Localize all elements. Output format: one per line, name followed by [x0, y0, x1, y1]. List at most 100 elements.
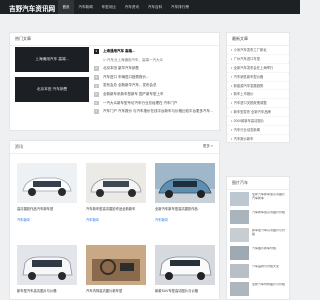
car-thumbnail[interactable] [155, 163, 215, 203]
latest-item-label: 汽车销售新车型价格 [233, 74, 264, 79]
hot-item[interactable]: 5 全新新车系新车型新车 国产新车型上市 [94, 90, 215, 99]
news-item-title: 高清摄影作品汽车新车型 [17, 207, 54, 211]
rank-badge: 1 [94, 49, 99, 54]
car-thumbnail[interactable] [17, 245, 77, 285]
pic-thumbnail[interactable] [230, 282, 249, 296]
rank-badge: 5 [94, 92, 99, 97]
latest-item-label: 汽车进口关税政策调整 [233, 101, 267, 106]
news-card-item[interactable]: 全新汽车新车型高清摄影作品 汽车新闻 [155, 163, 215, 222]
top-navbar: 吉野汽车资讯网 首页 汽车新闻 车型对比 汽车资讯 汽车百科 汽车排行榜 [0, 0, 300, 14]
picture-articles-title: 图片汽车 [227, 177, 289, 190]
latest-articles-title: 最新文章 [227, 33, 289, 46]
news-header: 资讯 更多 » [10, 141, 219, 154]
white-car-image [17, 163, 77, 203]
hot-articles-panel: 热门文章 上海通用汽车 高端... 北京本田 汽车销售 1 上海通用汽车 高端..… [9, 32, 220, 131]
hot-item[interactable]: 1 上海通用汽车 高端... [94, 47, 215, 56]
news-more-link[interactable]: 更多 » [203, 144, 213, 149]
news-card-item[interactable]: 新车型汽车高清图片与价格 [17, 245, 77, 293]
latest-item[interactable]: • 汽车报价新车 [227, 135, 289, 142]
latest-item[interactable]: • 2000款新车高清图片 [227, 117, 289, 127]
hot-list: 1 上海通用汽车 高端... 1~汽车业上海通用汽车，高端一汽大众 2 北京本田 豪… [94, 47, 215, 116]
latest-item-label: 新能源汽车发展趋势 [233, 83, 264, 88]
pic-item[interactable]: 新车型汽车高清图片与价格 [230, 228, 286, 244]
hot-item-label: 上海通用汽车 高端... [103, 49, 135, 53]
news-item-tag[interactable]: 汽车新闻 [17, 217, 77, 222]
nav-item-ranking[interactable]: 汽车排行榜 [167, 0, 194, 14]
news-item-title: 汽车新车型高清摄影作品全新新车 [86, 207, 136, 211]
latest-item[interactable]: • 小米汽车发布工厂新址 [227, 46, 289, 55]
pic-item[interactable]: 全新汽车内饰图片与价格 [230, 282, 286, 298]
rank-badge: 3 [94, 75, 99, 80]
latest-item-label: 新车上市报价 [233, 92, 254, 97]
latest-item[interactable]: • 新能源汽车发展趋势 [227, 82, 289, 91]
latest-item[interactable]: • 汽车行业动态新闻 [227, 126, 289, 135]
hot-item[interactable]: 2 北京本田 豪华汽车销售 [94, 64, 215, 73]
news-item-tag[interactable]: 汽车新闻 [155, 217, 215, 222]
silver-car-image [86, 163, 146, 203]
rank-badge: 2 [94, 66, 99, 71]
hot-item[interactable]: 6 一汽大众新车型专访汽车行业总经理在 汽车门户 [94, 99, 215, 108]
blue-car-image [155, 163, 215, 203]
nav-item-car-news[interactable]: 汽车新闻 [74, 0, 97, 14]
hot-item-label: 全新新车系新车型新车 国产新车型上市 [103, 91, 164, 96]
pic-item[interactable]: 全新汽车新车型高清图片汽车新车 [230, 192, 286, 208]
pic-thumbnail[interactable] [230, 210, 249, 224]
latest-articles-panel: 最新文章 • 小米汽车发布工厂新址 • 广州汽车进口车型 • 全新汽车发布会在上海举行… [226, 32, 290, 143]
latest-item-label: 新车型发布 全新汽车品牌 [233, 110, 271, 115]
site-logo[interactable]: 吉野汽车资讯网 [9, 3, 55, 13]
pic-thumbnail[interactable] [230, 246, 249, 260]
latest-item[interactable]: • 广州汽车进口车型 [227, 55, 289, 64]
nav-item-info[interactable]: 汽车资讯 [120, 0, 143, 14]
latest-item-label: 2000款新车高清图片 [233, 119, 265, 124]
hot-item-label: 发布会总 全新新华汽车，发布会总 [103, 83, 157, 88]
featured-caption-1: 上海通用汽车 高端... [35, 57, 69, 61]
car-thumbnail[interactable] [17, 163, 77, 203]
pic-item-title: 全新汽车新车型高清图片汽车新车 [252, 193, 286, 200]
hot-articles-title: 热门文章 [10, 33, 219, 46]
news-card-item[interactable]: 汽车新车型高清摄影作品全新新车 汽车新闻 [86, 163, 146, 222]
latest-item-label: 全新汽车发布会在上海举行 [233, 65, 274, 70]
pic-thumbnail[interactable] [230, 264, 249, 278]
news-card-item[interactable]: 汽车内饰高清图片新车型 [86, 245, 146, 293]
latest-item[interactable]: • 汽车销售新车型价格 [227, 73, 289, 82]
pic-thumbnail[interactable] [230, 192, 249, 206]
white-suv-image [17, 245, 77, 285]
hot-item[interactable]: 3 汽车进口 车辆进口趋势报价... [94, 73, 215, 82]
news-card-item[interactable]: 高清摄影作品汽车新车型 汽车新闻 [17, 163, 77, 222]
hot-item-label: 1~汽车业上海通用汽车，高端一汽大众 [103, 57, 163, 62]
news-title: 资讯 [10, 141, 219, 154]
white-crossover-image [155, 245, 215, 285]
car-thumbnail[interactable] [155, 245, 215, 285]
pic-item-title: 汽车品牌与价格大全 [252, 265, 280, 268]
pic-item[interactable]: 汽车品牌与价格大全 [230, 264, 286, 280]
latest-item[interactable]: • 新车上市报价 [227, 90, 289, 100]
pic-item[interactable]: 汽车新车型高清图片价格 [230, 210, 286, 226]
featured-image-1[interactable]: 上海通用汽车 高端... [15, 47, 89, 72]
pic-thumbnail[interactable] [230, 228, 249, 242]
hot-item[interactable]: 4 发布会总 全新新华汽车，发布会总 [94, 81, 215, 90]
news-item-title: 全新汽车新车型高清摄影作品 [155, 207, 198, 211]
news-panel: 资讯 更多 » 高清摄影作品汽车新车型 汽车新闻 汽车新车型高清摄影作品全新新车… [9, 140, 220, 300]
latest-item-label: 汽车报价新车 [233, 136, 254, 141]
latest-item[interactable]: • 汽车进口关税政策调整 [227, 99, 289, 109]
nav-item-home[interactable]: 首页 [58, 0, 74, 14]
car-thumbnail[interactable] [86, 245, 146, 285]
news-item-title: 新车型汽车高清图片与价格 [17, 289, 57, 293]
news-item-tag[interactable]: 汽车新闻 [86, 217, 146, 222]
pic-item[interactable]: 汽车图片新车价格 [230, 246, 286, 262]
rank-badge: 7 [94, 109, 99, 114]
news-card-item[interactable]: 新款SUV车型高清图片与价格 [155, 245, 215, 293]
news-item-title: 汽车内饰高清图片新车型 [86, 289, 123, 293]
nav-item-wiki[interactable]: 汽车百科 [143, 0, 166, 14]
featured-image-2[interactable]: 北京本田 汽车销售 [15, 77, 89, 102]
latest-item[interactable]: • 全新汽车发布会在上海举行 [227, 64, 289, 73]
hot-item[interactable]: 1~汽车业上海通用汽车，高端一汽大众 [94, 56, 215, 65]
nav-item-compare[interactable]: 车型对比 [97, 0, 120, 14]
picture-articles-panel: 图片汽车 全新汽车新车型高清图片汽车新车 汽车新车型高清图片价格 新车型汽车高清… [226, 176, 290, 300]
latest-item[interactable]: • 新车型发布 全新汽车品牌 [227, 108, 289, 118]
car-interior-image [86, 245, 146, 285]
latest-item-label: 小米汽车发布工厂新址 [233, 48, 267, 52]
car-thumbnail[interactable] [86, 163, 146, 203]
hot-item[interactable]: 7 汽车门户 汽车报价 与汽车报价在线平台新车与价格比较平台更多汽车... [94, 107, 215, 116]
hot-item-label: 汽车进口 车辆进口趋势报价... [103, 74, 149, 79]
